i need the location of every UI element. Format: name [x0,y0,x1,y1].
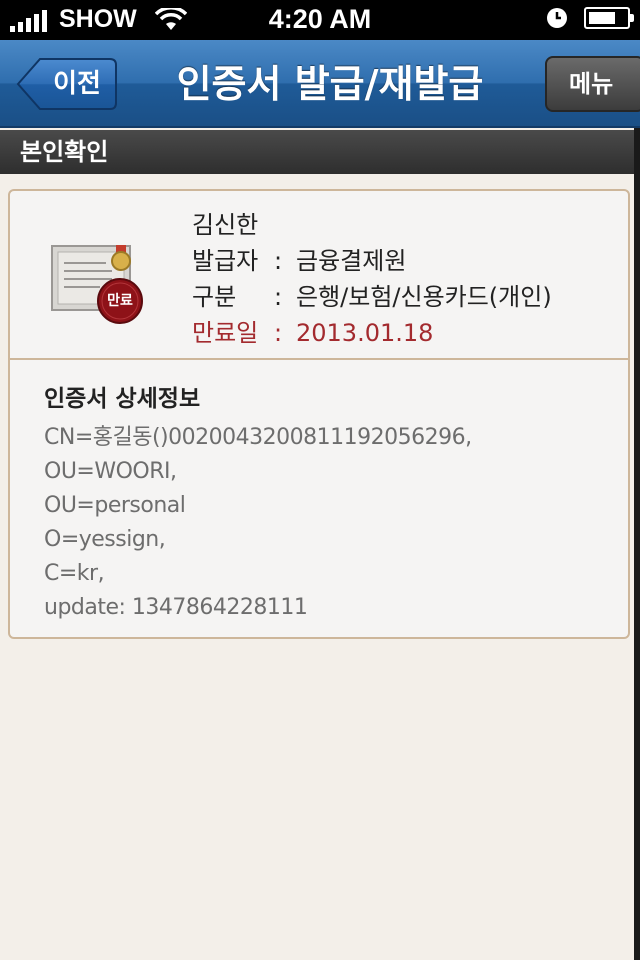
expiry-label: 만료일 [192,319,259,347]
issuer-row: 발급자: 금융결제원 [192,243,552,279]
detail-line: update: 1347864228111 [44,595,308,620]
expiry-separator: : [274,319,283,347]
detail-line: OU=personal [44,493,186,518]
clock-icon [547,8,567,28]
section-header: 본인확인 [0,130,640,174]
expiry-row: 만료일:2013.01.18 [192,315,552,351]
type-value: 은행/보험/신용카드(개인) [296,283,552,311]
status-time: 4:20 AM [268,4,372,34]
menu-button[interactable]: 메뉴 [545,56,640,112]
edge-strip [634,128,640,960]
certificate-card[interactable]: 만료 김신한 발급자: 금융결제원 구분: 은행/보험/신용카드(개인) 만료일:2… [8,189,630,639]
issuer-separator: : [274,247,283,275]
expiry-value: 2013.01.18 [296,319,434,347]
navigation-bar: 이전 인증서 발급/재발급 메뉴 [0,40,640,128]
back-button-label: 이전 [53,69,101,99]
detail-line: O=yessign, [44,527,166,552]
detail-line: OU=WOORI, [44,459,177,484]
status-right [546,7,634,29]
battery-icon [584,7,634,29]
back-button[interactable]: 이전 [16,57,118,111]
detail-line: CN=홍길동()0020043200811192056296, [44,425,472,450]
type-row: 구분: 은행/보험/신용카드(개인) [192,279,552,315]
certificate-summary: 만료 김신한 발급자: 금융결제원 구분: 은행/보험/신용카드(개인) 만료일:2… [10,191,628,360]
certificate-owner: 김신한 [192,211,259,239]
detail-line: C=kr, [44,561,105,586]
issuer-value: 금융결제원 [296,247,407,275]
status-bar: SHOW 4:20 AM [0,0,640,40]
page-title: 인증서 발급/재발급 [176,62,484,106]
type-separator: : [274,283,283,311]
type-label: 구분 [192,283,237,311]
details-title: 인증서 상세정보 [44,386,201,412]
details-list: CN=홍길동()0020043200811192056296, OU=WOORI… [44,421,472,625]
certificate-info: 김신한 발급자: 금융결제원 구분: 은행/보험/신용카드(개인) 만료일:2013… [192,207,552,351]
certificate-details: 인증서 상세정보 CN=홍길동()0020043200811192056296,… [44,379,472,625]
issuer-label: 발급자 [192,247,259,275]
expired-badge-label: 만료 [107,293,133,309]
